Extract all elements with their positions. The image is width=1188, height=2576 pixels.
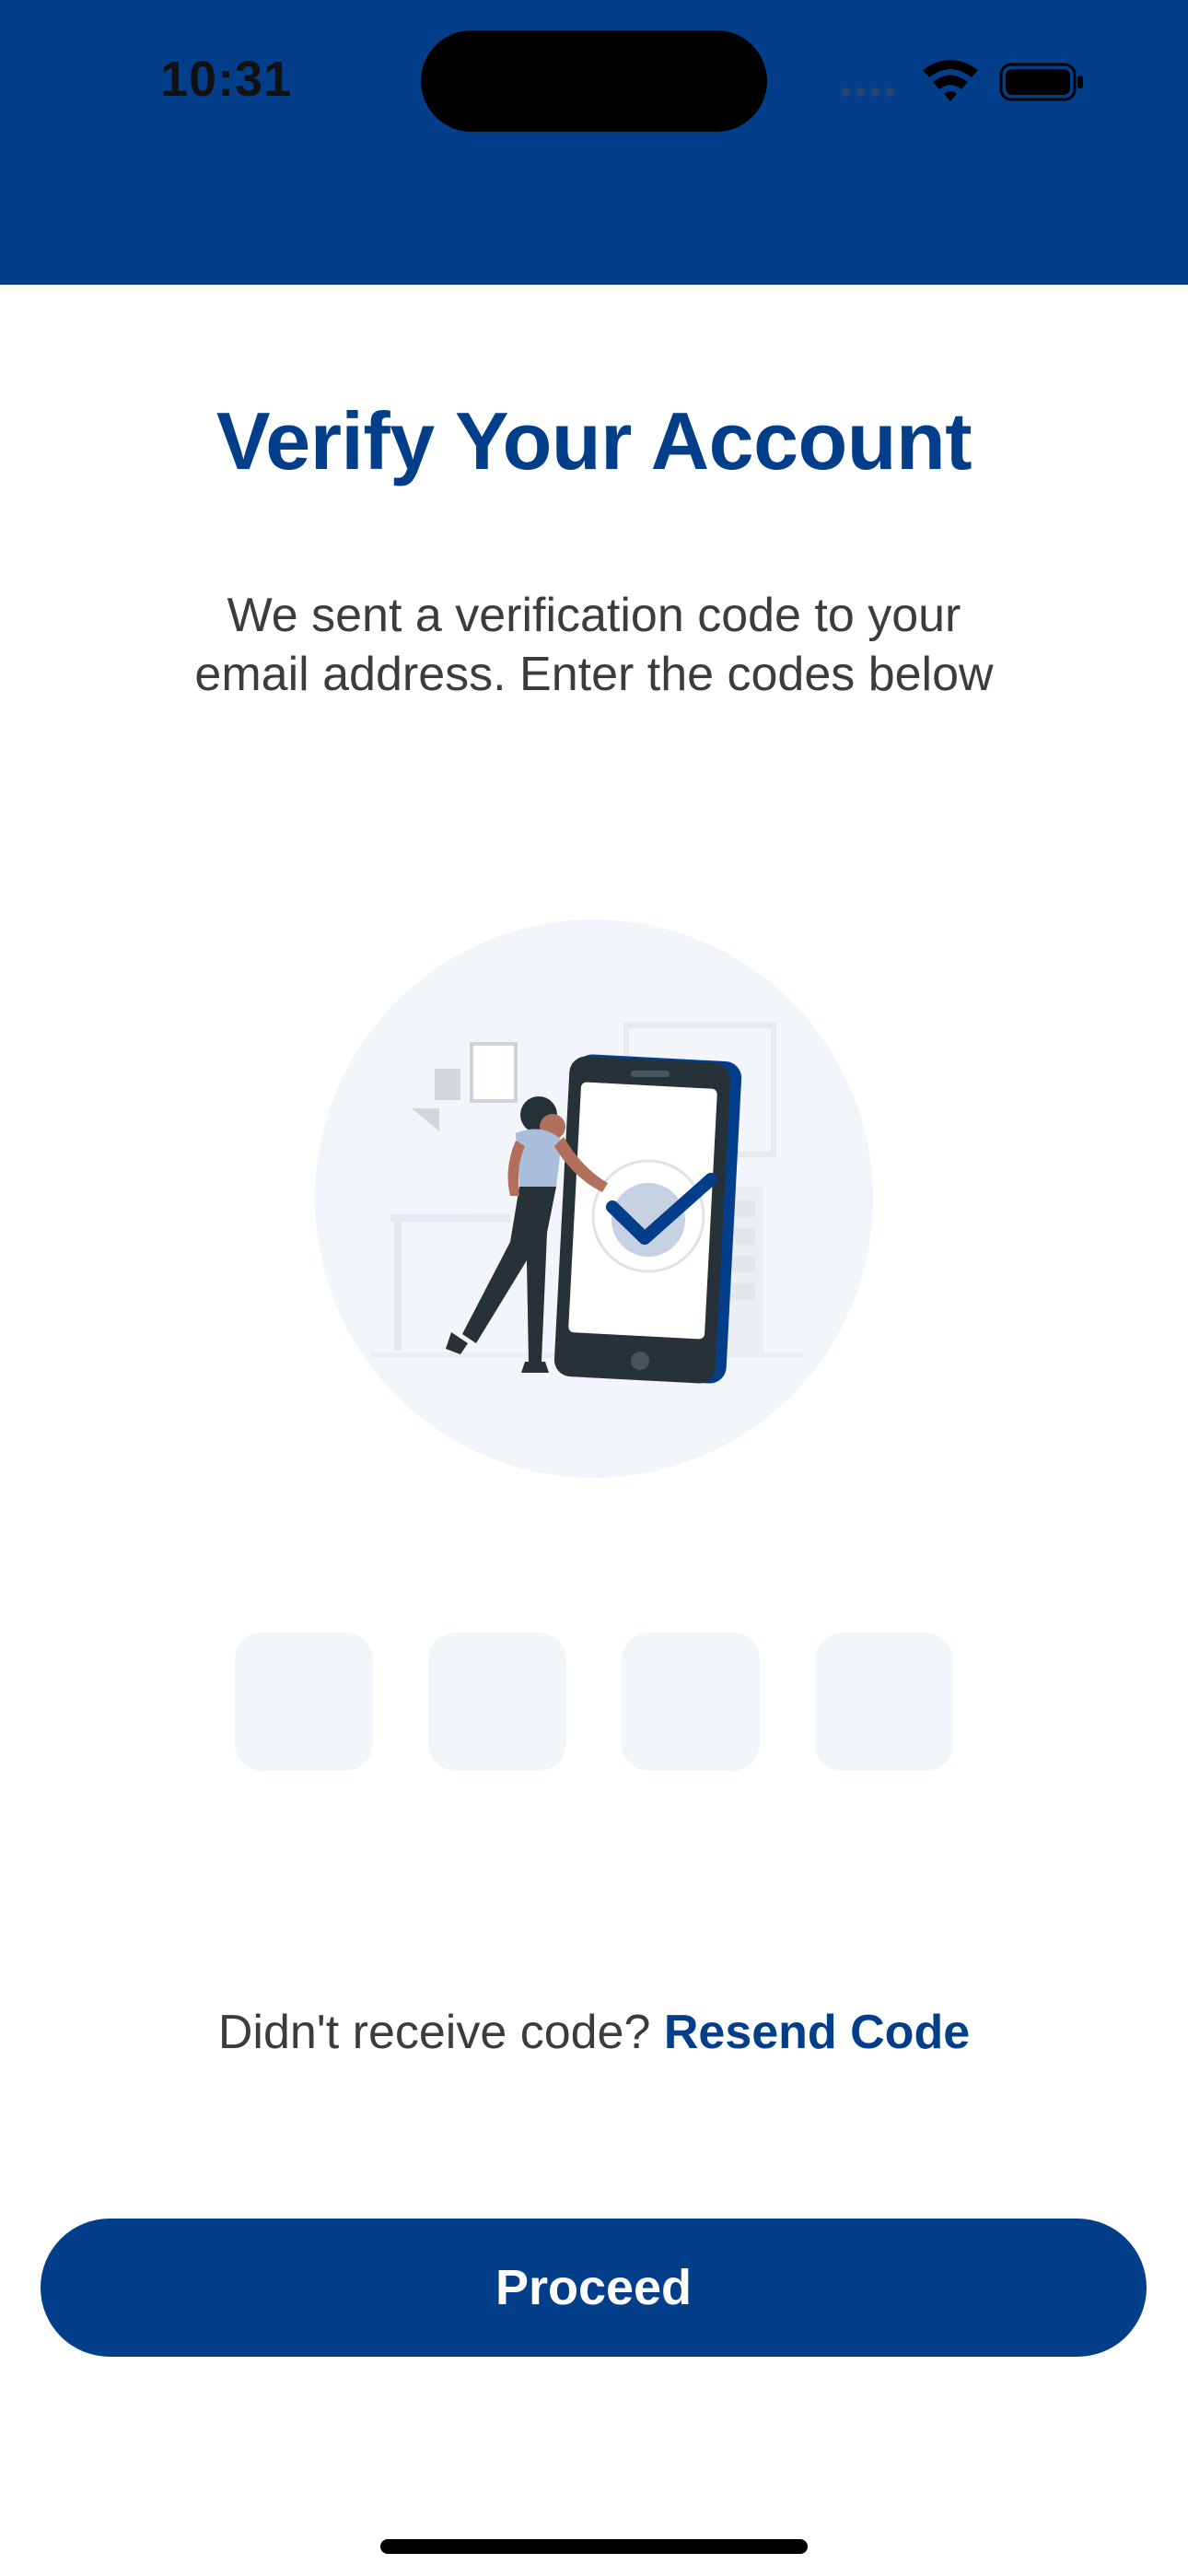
proceed-button[interactable]: Proceed xyxy=(41,2219,1147,2357)
page-title: Verify Your Account xyxy=(215,395,973,486)
battery-icon xyxy=(999,63,1083,101)
code-input-4[interactable] xyxy=(815,1633,953,1771)
verify-account-screen: 10:31 Verify Your Account We sent a veri… xyxy=(0,0,1188,2576)
resend-code-link[interactable]: Resend Code xyxy=(664,2006,970,2059)
status-time: 10:31 xyxy=(160,52,293,107)
home-indicator xyxy=(380,2539,808,2554)
status-icons xyxy=(840,53,1089,109)
resend-row: Didn't receive code? Resend Code xyxy=(0,2005,1188,2060)
signal-icon xyxy=(841,88,894,97)
wifi-icon xyxy=(923,60,978,101)
code-input-3[interactable] xyxy=(622,1633,760,1771)
code-input-1[interactable] xyxy=(235,1633,373,1771)
verification-illustration xyxy=(315,919,873,1478)
code-input-2[interactable] xyxy=(428,1633,566,1771)
dynamic-island xyxy=(421,30,767,132)
instructions-text: We sent a verification code to your emai… xyxy=(194,589,994,701)
resend-prompt: Didn't receive code? xyxy=(217,2006,651,2059)
